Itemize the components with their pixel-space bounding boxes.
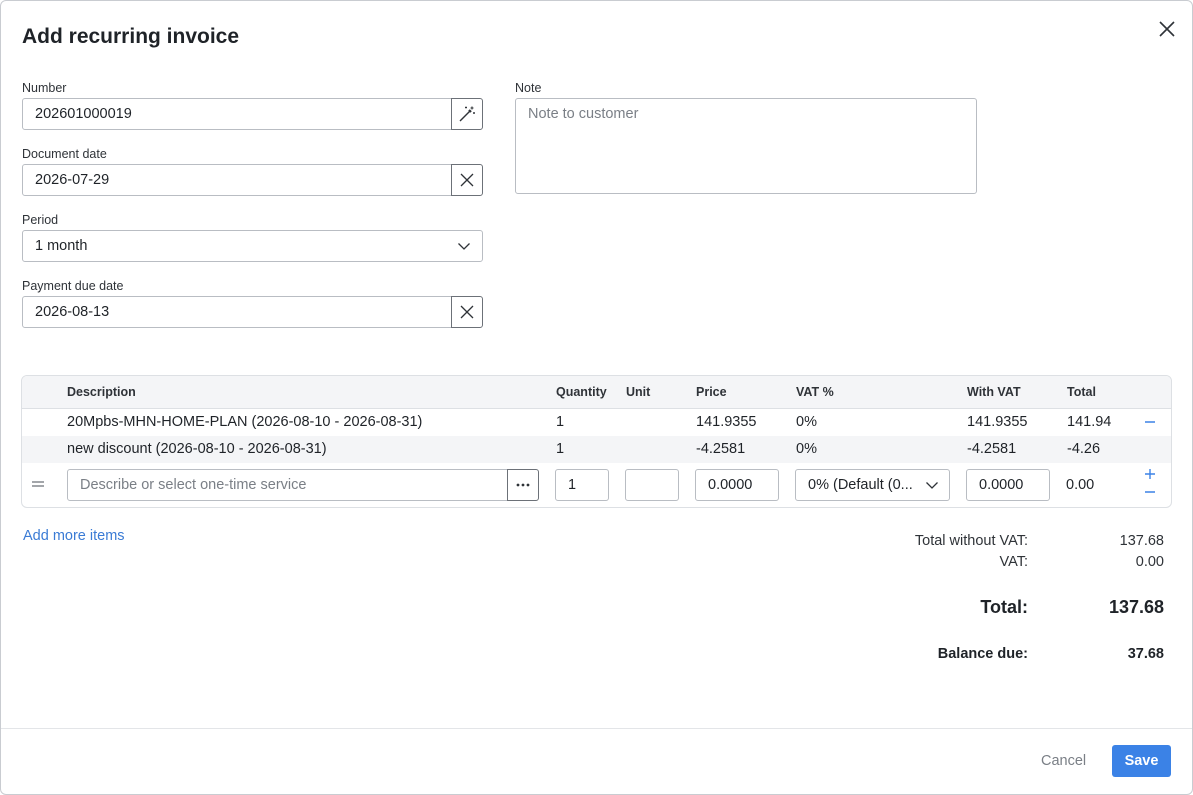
row-vat: 0% — [796, 441, 817, 457]
clear-document-date-button[interactable] — [451, 164, 483, 196]
new-item-quantity-input[interactable]: 1 — [555, 469, 609, 501]
header-total: Total — [1067, 385, 1096, 399]
number-input[interactable]: 202601000019 — [22, 98, 453, 130]
row-vat: 0% — [796, 414, 817, 430]
document-date-value: 2026-07-29 — [35, 172, 110, 188]
period-select[interactable]: 1 month — [22, 230, 483, 262]
note-textarea[interactable]: Note to customer — [515, 98, 977, 194]
row-quantity: 1 — [556, 414, 565, 430]
number-value: 202601000019 — [35, 106, 132, 122]
recurring-invoice-dialog: Add recurring invoice Number 20260100001… — [0, 0, 1193, 795]
vat-label: VAT: — [999, 554, 1028, 570]
number-label: Number — [22, 81, 67, 95]
header-unit: Unit — [626, 385, 651, 399]
drag-handle-icon[interactable] — [31, 480, 45, 488]
minus-icon[interactable] — [1144, 487, 1156, 497]
header-quantity: Quantity — [556, 385, 607, 399]
close-icon — [1159, 21, 1175, 37]
period-label: Period — [22, 213, 59, 227]
clear-icon — [460, 173, 474, 187]
vat-value: 0.00 — [1135, 554, 1164, 570]
payment-due-value: 2026-08-13 — [35, 304, 110, 320]
new-item-quantity: 1 — [568, 477, 577, 493]
clear-icon — [460, 305, 474, 319]
row-quantity: 1 — [556, 441, 565, 457]
payment-due-input[interactable]: 2026-08-13 — [22, 296, 453, 328]
magic-wand-icon — [459, 106, 475, 122]
header-price: Price — [696, 385, 727, 399]
row-description: 20Mpbs-MHN-HOME-PLAN (2026-08-10 - 2026-… — [67, 414, 423, 430]
clear-payment-due-button[interactable] — [451, 296, 483, 328]
new-item-price-input[interactable]: 0.0000 — [695, 469, 779, 501]
row-total: -4.26 — [1067, 441, 1101, 457]
chevron-down-icon — [458, 243, 470, 250]
table-header: Description Quantity Unit Price VAT % Wi… — [22, 376, 1171, 409]
total-without-vat-label: Total without VAT: — [914, 533, 1028, 549]
document-date-input[interactable]: 2026-07-29 — [22, 164, 453, 196]
period-value: 1 month — [35, 238, 88, 254]
items-table: Description Quantity Unit Price VAT % Wi… — [21, 375, 1172, 508]
new-item-with-vat-input[interactable]: 0.0000 — [966, 469, 1050, 501]
balance-due-label: Balance due: — [937, 646, 1028, 662]
note-label: Note — [515, 81, 542, 95]
total-without-vat-value: 137.68 — [1119, 533, 1164, 549]
more-icon — [516, 483, 530, 487]
new-item-price: 0.0000 — [708, 477, 753, 493]
generate-number-button[interactable] — [451, 98, 483, 130]
dialog-title: Add recurring invoice — [22, 25, 240, 48]
select-service-button[interactable] — [507, 469, 539, 501]
row-description: new discount (2026-08-10 - 2026-08-31) — [67, 441, 327, 457]
row-price: 141.9355 — [696, 414, 757, 430]
header-description: Description — [67, 385, 136, 399]
cancel-button[interactable]: Cancel — [1041, 753, 1086, 769]
add-more-items-link[interactable]: Add more items — [23, 528, 125, 544]
header-with-vat: With VAT — [967, 385, 1021, 399]
save-button[interactable]: Save — [1112, 745, 1171, 777]
new-item-vat-select[interactable]: 0% (Default (0... — [795, 469, 950, 501]
new-item-description-placeholder: Describe or select one-time service — [80, 477, 307, 493]
new-item-with-vat: 0.0000 — [979, 477, 1024, 493]
balance-due-value: 37.68 — [1127, 646, 1164, 662]
payment-due-label: Payment due date — [22, 279, 124, 293]
chevron-down-icon — [926, 482, 938, 489]
new-item-vat: 0% (Default (0... — [808, 477, 913, 493]
footer-divider — [1, 728, 1192, 729]
new-item-total: 0.00 — [1066, 477, 1095, 493]
plus-icon[interactable] — [1144, 468, 1156, 480]
row-with-vat: 141.9355 — [967, 414, 1028, 430]
new-item-description-input[interactable]: Describe or select one-time service — [67, 469, 509, 501]
close-button[interactable] — [1156, 18, 1178, 40]
row-price: -4.2581 — [696, 441, 746, 457]
header-vat: VAT % — [796, 385, 834, 399]
total-value: 137.68 — [1108, 597, 1164, 617]
row-total: 141.94 — [1067, 414, 1112, 430]
note-placeholder: Note to customer — [528, 106, 639, 122]
table-row: new discount (2026-08-10 - 2026-08-31) 1… — [22, 436, 1171, 463]
minus-icon[interactable] — [1144, 417, 1156, 427]
new-item-unit-input[interactable] — [625, 469, 679, 501]
document-date-label: Document date — [22, 147, 107, 161]
total-label: Total: — [980, 597, 1028, 617]
table-row: 20Mpbs-MHN-HOME-PLAN (2026-08-10 - 2026-… — [22, 409, 1171, 436]
row-with-vat: -4.2581 — [967, 441, 1017, 457]
